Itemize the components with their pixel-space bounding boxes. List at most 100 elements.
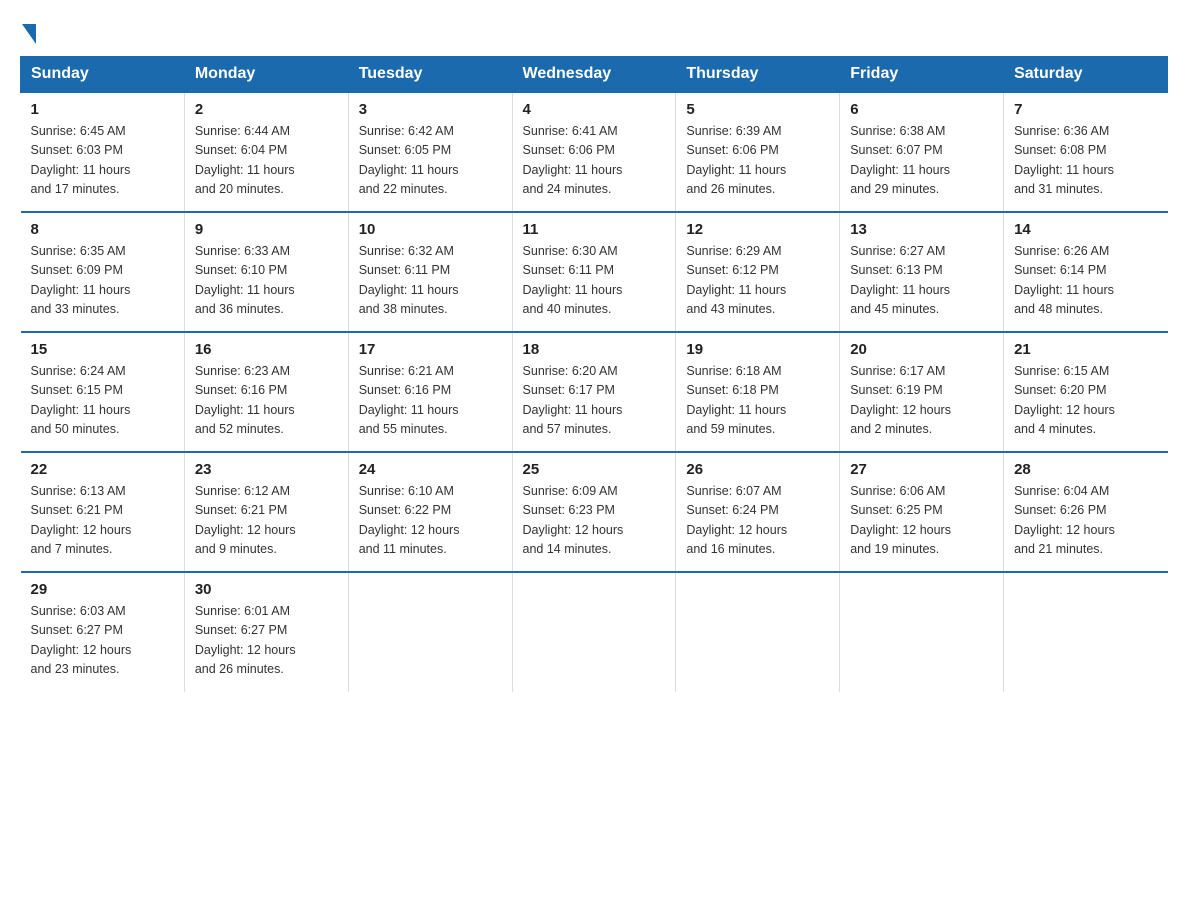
day-number: 23 [195,461,338,478]
day-info: Sunrise: 6:07 AMSunset: 6:24 PMDaylight:… [686,482,829,560]
day-info: Sunrise: 6:29 AMSunset: 6:12 PMDaylight:… [686,242,829,320]
calendar-cell: 16 Sunrise: 6:23 AMSunset: 6:16 PMDayligh… [184,332,348,452]
day-number: 10 [359,221,502,238]
calendar-week-row: 29 Sunrise: 6:03 AMSunset: 6:27 PMDayligh… [21,572,1168,692]
col-header-monday: Monday [184,57,348,93]
calendar-cell: 27 Sunrise: 6:06 AMSunset: 6:25 PMDayligh… [840,452,1004,572]
day-number: 4 [523,101,666,118]
day-info: Sunrise: 6:06 AMSunset: 6:25 PMDaylight:… [850,482,993,560]
day-number: 7 [1014,101,1157,118]
calendar-cell: 15 Sunrise: 6:24 AMSunset: 6:15 PMDayligh… [21,332,185,452]
calendar-cell: 8 Sunrise: 6:35 AMSunset: 6:09 PMDaylight… [21,212,185,332]
calendar-cell: 17 Sunrise: 6:21 AMSunset: 6:16 PMDayligh… [348,332,512,452]
day-info: Sunrise: 6:15 AMSunset: 6:20 PMDaylight:… [1014,362,1157,440]
calendar-week-row: 22Sunrise: 6:13 AMSunset: 6:21 PMDayligh… [21,452,1168,572]
day-number: 19 [686,341,829,358]
calendar-cell [676,572,840,692]
day-number: 20 [850,341,993,358]
calendar-cell: 6 Sunrise: 6:38 AMSunset: 6:07 PMDaylight… [840,92,1004,212]
day-info: Sunrise: 6:32 AMSunset: 6:11 PMDaylight:… [359,242,502,320]
day-info: Sunrise: 6:36 AMSunset: 6:08 PMDaylight:… [1014,122,1157,200]
day-info: Sunrise: 6:45 AMSunset: 6:03 PMDaylight:… [31,122,174,200]
calendar-cell: 21 Sunrise: 6:15 AMSunset: 6:20 PMDayligh… [1004,332,1168,452]
calendar-cell: 7 Sunrise: 6:36 AMSunset: 6:08 PMDaylight… [1004,92,1168,212]
calendar-cell: 1 Sunrise: 6:45 AMSunset: 6:03 PMDaylight… [21,92,185,212]
day-info: Sunrise: 6:18 AMSunset: 6:18 PMDaylight:… [686,362,829,440]
day-number: 8 [31,221,174,238]
day-info: Sunrise: 6:44 AMSunset: 6:04 PMDaylight:… [195,122,338,200]
calendar-cell [840,572,1004,692]
day-number: 1 [31,101,174,118]
calendar-cell: 4 Sunrise: 6:41 AMSunset: 6:06 PMDaylight… [512,92,676,212]
calendar-cell: 5 Sunrise: 6:39 AMSunset: 6:06 PMDaylight… [676,92,840,212]
calendar-cell: 3 Sunrise: 6:42 AMSunset: 6:05 PMDaylight… [348,92,512,212]
calendar-cell: 11 Sunrise: 6:30 AMSunset: 6:11 PMDayligh… [512,212,676,332]
day-info: Sunrise: 6:09 AMSunset: 6:23 PMDaylight:… [523,482,666,560]
day-number: 11 [523,221,666,238]
day-number: 25 [523,461,666,478]
day-number: 15 [31,341,174,358]
day-info: Sunrise: 6:26 AMSunset: 6:14 PMDaylight:… [1014,242,1157,320]
calendar-cell: 29 Sunrise: 6:03 AMSunset: 6:27 PMDayligh… [21,572,185,692]
calendar-cell: 2 Sunrise: 6:44 AMSunset: 6:04 PMDaylight… [184,92,348,212]
calendar-header-row: SundayMondayTuesdayWednesdayThursdayFrid… [21,57,1168,93]
day-number: 16 [195,341,338,358]
day-number: 2 [195,101,338,118]
day-number: 21 [1014,341,1157,358]
day-info: Sunrise: 6:20 AMSunset: 6:17 PMDaylight:… [523,362,666,440]
day-number: 6 [850,101,993,118]
calendar-cell: 19 Sunrise: 6:18 AMSunset: 6:18 PMDayligh… [676,332,840,452]
calendar-cell: 10 Sunrise: 6:32 AMSunset: 6:11 PMDayligh… [348,212,512,332]
day-info: Sunrise: 6:24 AMSunset: 6:15 PMDaylight:… [31,362,174,440]
day-info: Sunrise: 6:41 AMSunset: 6:06 PMDaylight:… [523,122,666,200]
day-number: 27 [850,461,993,478]
day-number: 28 [1014,461,1157,478]
day-number: 3 [359,101,502,118]
calendar-cell: 23Sunrise: 6:12 AMSunset: 6:21 PMDayligh… [184,452,348,572]
col-header-tuesday: Tuesday [348,57,512,93]
day-number: 26 [686,461,829,478]
day-info: Sunrise: 6:38 AMSunset: 6:07 PMDaylight:… [850,122,993,200]
calendar-cell: 20 Sunrise: 6:17 AMSunset: 6:19 PMDayligh… [840,332,1004,452]
day-number: 5 [686,101,829,118]
calendar-cell [1004,572,1168,692]
day-number: 9 [195,221,338,238]
calendar-cell [348,572,512,692]
day-info: Sunrise: 6:39 AMSunset: 6:06 PMDaylight:… [686,122,829,200]
day-number: 29 [31,581,174,598]
day-info: Sunrise: 6:10 AMSunset: 6:22 PMDaylight:… [359,482,502,560]
day-info: Sunrise: 6:01 AMSunset: 6:27 PMDaylight:… [195,602,338,680]
calendar-cell: 28 Sunrise: 6:04 AMSunset: 6:26 PMDayligh… [1004,452,1168,572]
col-header-wednesday: Wednesday [512,57,676,93]
day-number: 12 [686,221,829,238]
calendar-cell: 24 Sunrise: 6:10 AMSunset: 6:22 PMDayligh… [348,452,512,572]
day-number: 24 [359,461,502,478]
day-info: Sunrise: 6:13 AMSunset: 6:21 PMDaylight:… [31,482,174,560]
calendar-cell: 9Sunrise: 6:33 AMSunset: 6:10 PMDaylight… [184,212,348,332]
col-header-sunday: Sunday [21,57,185,93]
day-info: Sunrise: 6:42 AMSunset: 6:05 PMDaylight:… [359,122,502,200]
day-info: Sunrise: 6:21 AMSunset: 6:16 PMDaylight:… [359,362,502,440]
day-number: 14 [1014,221,1157,238]
calendar-week-row: 1 Sunrise: 6:45 AMSunset: 6:03 PMDaylight… [21,92,1168,212]
calendar-cell: 18 Sunrise: 6:20 AMSunset: 6:17 PMDayligh… [512,332,676,452]
calendar-cell: 14 Sunrise: 6:26 AMSunset: 6:14 PMDayligh… [1004,212,1168,332]
calendar-cell [512,572,676,692]
col-header-saturday: Saturday [1004,57,1168,93]
day-number: 17 [359,341,502,358]
calendar-week-row: 15 Sunrise: 6:24 AMSunset: 6:15 PMDayligh… [21,332,1168,452]
page-header [20,20,1168,40]
day-info: Sunrise: 6:27 AMSunset: 6:13 PMDaylight:… [850,242,993,320]
day-info: Sunrise: 6:03 AMSunset: 6:27 PMDaylight:… [31,602,174,680]
day-number: 18 [523,341,666,358]
calendar-cell: 13 Sunrise: 6:27 AMSunset: 6:13 PMDayligh… [840,212,1004,332]
day-info: Sunrise: 6:35 AMSunset: 6:09 PMDaylight:… [31,242,174,320]
day-info: Sunrise: 6:17 AMSunset: 6:19 PMDaylight:… [850,362,993,440]
calendar-week-row: 8 Sunrise: 6:35 AMSunset: 6:09 PMDaylight… [21,212,1168,332]
day-info: Sunrise: 6:30 AMSunset: 6:11 PMDaylight:… [523,242,666,320]
day-info: Sunrise: 6:04 AMSunset: 6:26 PMDaylight:… [1014,482,1157,560]
calendar-cell: 26 Sunrise: 6:07 AMSunset: 6:24 PMDayligh… [676,452,840,572]
logo-triangle-icon [22,24,36,44]
day-number: 13 [850,221,993,238]
day-info: Sunrise: 6:23 AMSunset: 6:16 PMDaylight:… [195,362,338,440]
